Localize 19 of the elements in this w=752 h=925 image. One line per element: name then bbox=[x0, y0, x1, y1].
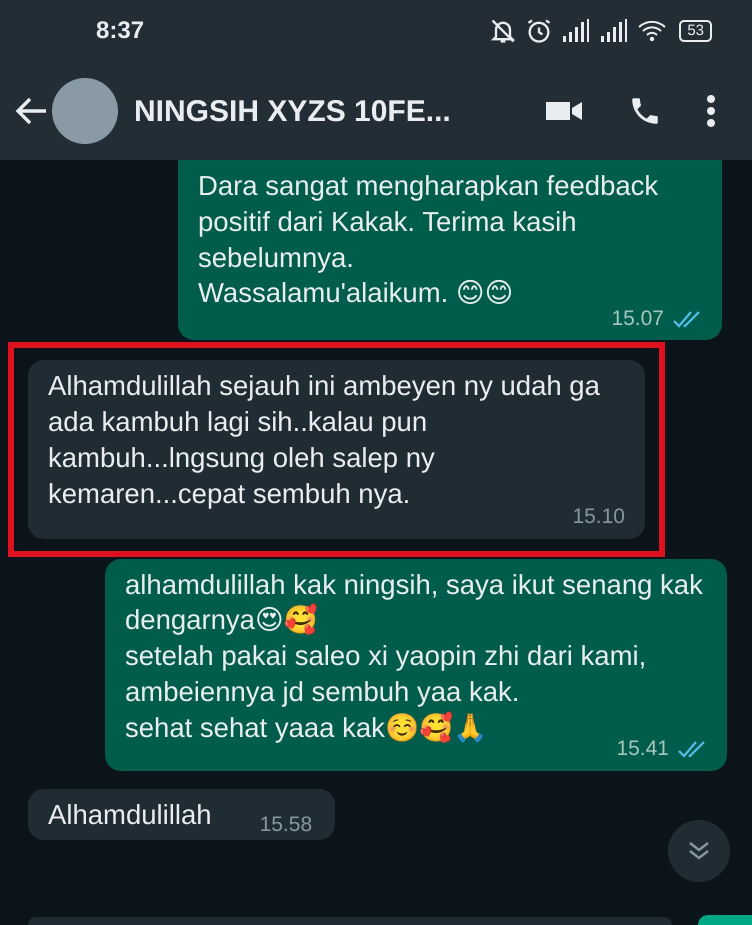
double-chevron-down-icon bbox=[687, 840, 711, 862]
muted-bell-icon bbox=[489, 17, 518, 45]
contact-name[interactable]: NINGSIH XYZS 10FE... bbox=[134, 88, 451, 134]
floating-action-button[interactable] bbox=[698, 915, 752, 925]
message-text: Wassalamu'alaikum. 😊😊 bbox=[198, 276, 514, 310]
status-time: 8:37 bbox=[96, 16, 144, 46]
signal-icon bbox=[599, 18, 630, 44]
back-arrow-icon[interactable] bbox=[14, 96, 48, 126]
message-time: 15.07 bbox=[611, 306, 664, 332]
message-time: 15.58 bbox=[260, 812, 312, 838]
message-text: sehat sehat yaaa kak☺🥰🙏 bbox=[125, 710, 488, 745]
more-options-icon[interactable] bbox=[706, 94, 716, 128]
signal-icon bbox=[561, 18, 592, 44]
battery-level: 53 bbox=[679, 20, 712, 42]
message-text: Dara sangat mengharapkan feedback positif dari Kakak. Terima kasih sebelumnya. bbox=[198, 169, 660, 275]
message-text: Alhamdulillah bbox=[48, 798, 212, 832]
message-text: setelah pakai saleo xi yaopin zhi dari kami, ambeiennya jd sembuh yaa kak. bbox=[125, 639, 648, 709]
message-time: 15.41 bbox=[616, 736, 669, 762]
wifi-icon bbox=[637, 18, 668, 44]
